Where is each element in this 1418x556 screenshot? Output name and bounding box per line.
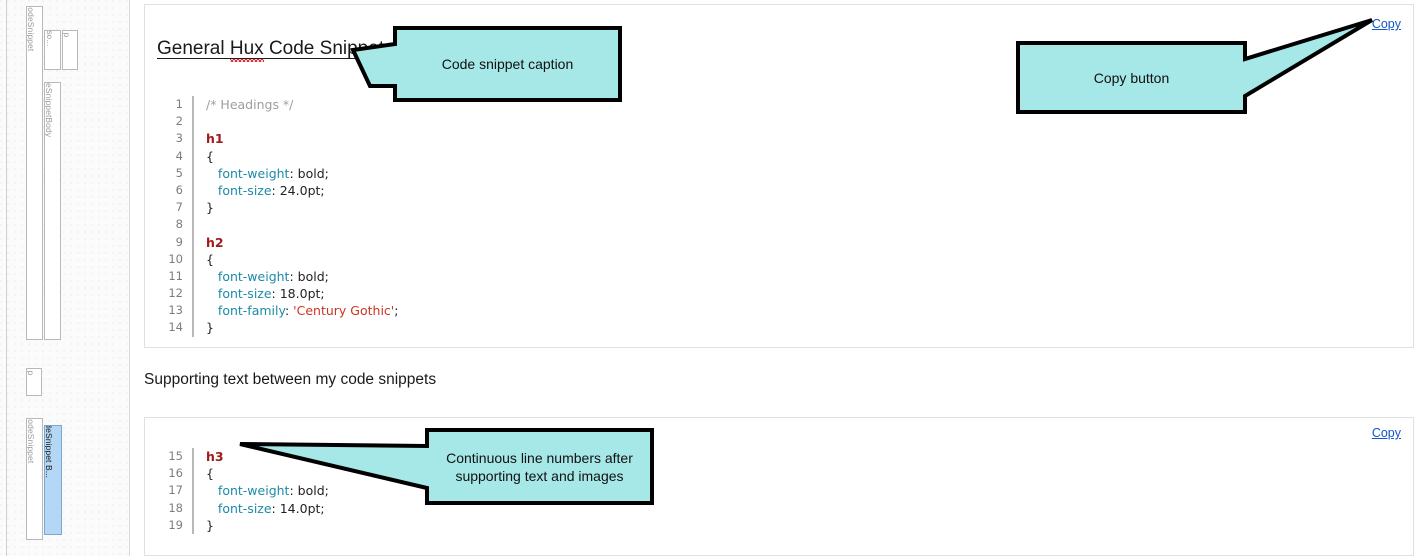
outline-tag-msocapcodesnippet-2[interactable]: MsoCapcodeSnippet bbox=[26, 418, 43, 540]
line-number: 11 bbox=[168, 268, 183, 283]
code-line: font-weight: bold; bbox=[206, 268, 398, 285]
outline-tag-p-1[interactable]: p bbox=[62, 30, 78, 70]
line-number-gutter-2: 15 16 17 18 19 bbox=[157, 448, 194, 534]
code-token: } bbox=[206, 517, 214, 533]
code-token: font-weight bbox=[217, 268, 290, 284]
code-line: font-size: 24.0pt; bbox=[206, 182, 398, 199]
code-token: 24.0pt; bbox=[279, 182, 325, 198]
outline-tag-label: MsoCapcodeSnippetBody bbox=[44, 82, 54, 138]
code-line: } bbox=[206, 517, 329, 534]
code-token: font-family bbox=[217, 303, 285, 319]
code-token: { bbox=[206, 148, 214, 164]
code-token: : bbox=[289, 268, 298, 284]
code-token: : bbox=[271, 182, 280, 198]
outline-tag-msocapcodesnippetbody[interactable]: MsoCapcodeSnippetBody bbox=[44, 82, 61, 340]
line-number: 2 bbox=[175, 114, 183, 129]
line-number: 3 bbox=[175, 131, 183, 146]
code-token: 18.0pt; bbox=[279, 286, 325, 302]
code-token: bold; bbox=[297, 268, 329, 284]
line-number: 10 bbox=[168, 251, 183, 266]
code-token: /* Headings */ bbox=[206, 97, 294, 112]
code-token: h3 bbox=[206, 449, 224, 464]
outline-tag-mso-abbrev[interactable]: Mso... bbox=[44, 30, 61, 70]
code-line: font-family: 'Century Gothic'; bbox=[206, 302, 399, 319]
code-token: } bbox=[206, 200, 214, 216]
line-number: 7 bbox=[175, 200, 183, 215]
line-number-gutter-1: 1 2 3 4 5 6 7 8 9 10 11 12 13 14 bbox=[157, 96, 194, 337]
callout-shape bbox=[239, 428, 654, 505]
outline-tag-label: Mso... bbox=[44, 30, 54, 47]
outline-tag-label: MsoCapcodeSnippet bbox=[26, 418, 36, 464]
line-number: 6 bbox=[175, 182, 183, 197]
code-token: h1 bbox=[206, 131, 224, 147]
code-token: : bbox=[289, 165, 298, 181]
code-token: { bbox=[206, 251, 214, 267]
line-number: 14 bbox=[168, 320, 183, 335]
outline-tag-msocapcodesnippet-selected[interactable]: MsoCapcodeSnippet B... bbox=[44, 425, 62, 535]
code-line: font-weight: bold; bbox=[206, 165, 398, 182]
supporting-text: Supporting text between my code snippets bbox=[144, 371, 437, 388]
line-number: 15 bbox=[168, 449, 183, 463]
code-listing-1[interactable]: 1 2 3 4 5 6 7 8 9 10 11 12 13 14 /* Headings */ h1{ f… bbox=[157, 96, 398, 337]
line-number: 12 bbox=[168, 286, 183, 301]
code-line: { bbox=[206, 148, 398, 165]
code-token: font-size bbox=[217, 286, 272, 302]
callout-shape bbox=[350, 26, 622, 102]
line-number: 8 bbox=[175, 217, 183, 232]
code-token: h2 bbox=[206, 234, 224, 250]
line-number: 4 bbox=[175, 148, 183, 163]
callout-continuous-line-numbers: Continuous line numbers after supporting… bbox=[236, 426, 656, 508]
code-token: bold; bbox=[297, 165, 329, 181]
code-token: { bbox=[206, 466, 214, 482]
code-line: { bbox=[206, 251, 398, 268]
line-number: 19 bbox=[168, 517, 183, 532]
outline-rail-tags: MsoCapcodeSnippet Mso... p MsoCapcodeSni… bbox=[14, 0, 130, 556]
code-token: : bbox=[284, 303, 294, 319]
code-token: font-size bbox=[217, 182, 272, 198]
code-token: 'Century Gothic' bbox=[293, 303, 395, 319]
outline-tag-label: MsoCapcodeSnippet B... bbox=[44, 425, 54, 479]
line-number: 18 bbox=[168, 500, 183, 515]
line-number: 16 bbox=[168, 466, 183, 481]
code-token: : bbox=[271, 286, 280, 302]
copy-button-2[interactable]: Copy bbox=[1372, 426, 1401, 440]
line-number: 17 bbox=[168, 483, 183, 498]
code-token: } bbox=[206, 320, 214, 336]
code-token: ; bbox=[394, 303, 399, 319]
callout-shape bbox=[1016, 18, 1374, 114]
callout-code-snippet-caption: Code snippet caption bbox=[348, 24, 628, 108]
code-lines-1[interactable]: /* Headings */ h1{ font-weight: bold; fo… bbox=[194, 96, 398, 337]
code-token: font-weight bbox=[217, 165, 290, 181]
screenshot-root: MsoCapcodeSnippet Mso... p MsoCapcodeSni… bbox=[0, 0, 1418, 556]
outline-rail: MsoCapcodeSnippet Mso... p MsoCapcodeSni… bbox=[0, 0, 130, 556]
code-line: font-size: 18.0pt; bbox=[206, 285, 398, 302]
line-number: 9 bbox=[175, 234, 183, 249]
outline-tag-label: MsoCapcodeSnippet bbox=[26, 6, 36, 52]
snippet-caption-misspelled-word: Hux bbox=[229, 38, 264, 59]
line-number: 13 bbox=[168, 303, 183, 318]
callout-copy-button: Copy button bbox=[1014, 14, 1380, 120]
outline-tag-p-2[interactable]: p bbox=[26, 368, 42, 396]
snippet-caption-prefix: General bbox=[157, 38, 230, 59]
code-line: h1 bbox=[206, 130, 398, 147]
code-line: h2 bbox=[206, 234, 398, 251]
code-line: } bbox=[206, 319, 398, 336]
outline-tag-label: p bbox=[62, 32, 71, 38]
rail-guide-line bbox=[6, 0, 7, 556]
line-number: 1 bbox=[175, 97, 183, 111]
line-number: 5 bbox=[175, 165, 183, 180]
outline-tag-label: p bbox=[26, 370, 35, 376]
code-line: } bbox=[206, 199, 398, 216]
outline-tag-msocapcodesnippet-1[interactable]: MsoCapcodeSnippet bbox=[26, 6, 43, 340]
